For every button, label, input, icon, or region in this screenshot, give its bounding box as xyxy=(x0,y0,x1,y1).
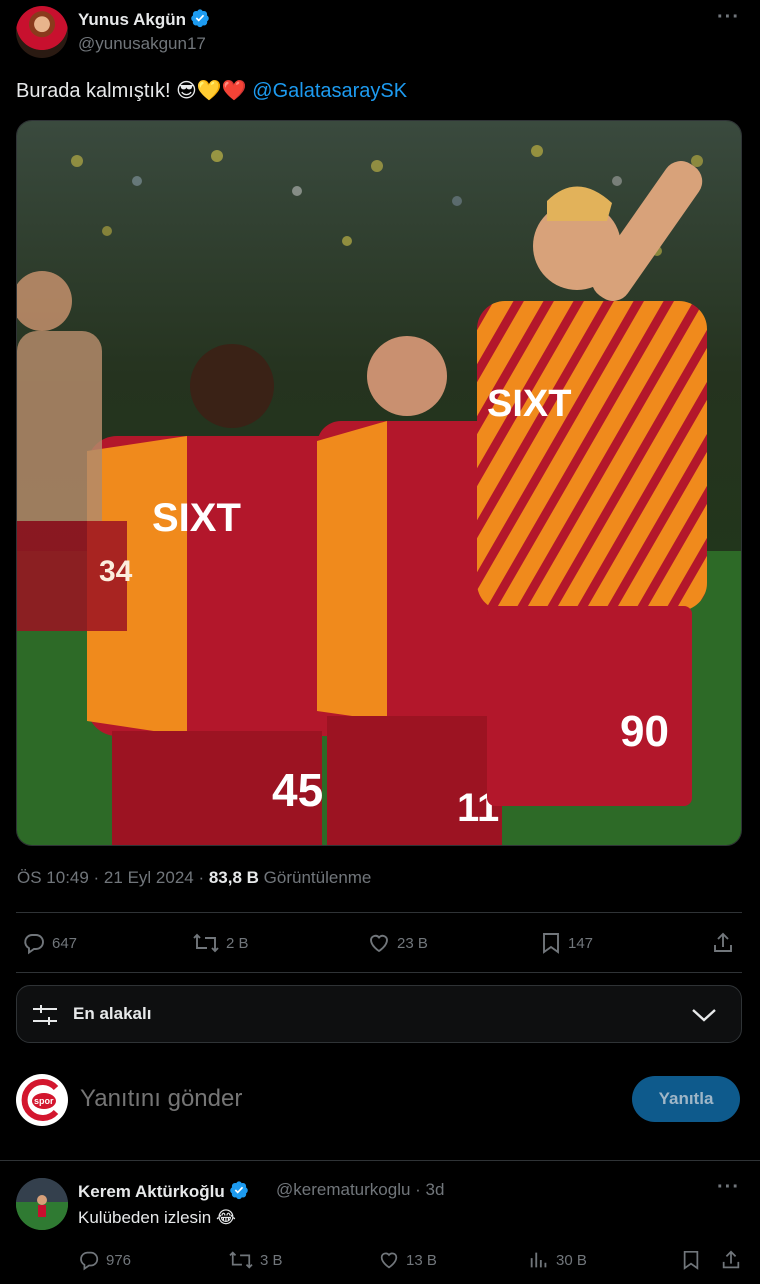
reply-button[interactable]: Yanıtla xyxy=(632,1076,740,1122)
reply-view-count: 30 B xyxy=(556,1251,587,1269)
verified-badge-icon xyxy=(191,9,209,28)
divider xyxy=(16,912,742,913)
retweet-action[interactable]: 2 B xyxy=(192,930,249,956)
views-chart-icon xyxy=(530,1252,547,1268)
stadium-avatar-icon xyxy=(16,1178,68,1230)
more-options-icon[interactable]: ··· xyxy=(717,6,740,29)
reply-like-action[interactable]: 13 B xyxy=(378,1248,437,1272)
retweet-icon xyxy=(193,933,219,953)
view-count: 83,8 B xyxy=(208,868,259,887)
tweet-timestamp[interactable]: ÖS 10:49 · 21 Eyl 2024 · xyxy=(17,868,209,887)
user-avatar[interactable]: spor xyxy=(16,1074,68,1126)
jersey-number-45: 45 xyxy=(272,764,323,816)
bookmark-count: 147 xyxy=(568,934,594,952)
reply-share-action[interactable] xyxy=(720,1248,748,1272)
like-count: 23 B xyxy=(397,934,428,952)
bookmark-icon xyxy=(683,1250,699,1270)
jersey-sponsor: SIXT xyxy=(152,496,241,540)
heart-icon xyxy=(380,1252,398,1269)
bookmark-icon xyxy=(543,933,559,954)
bookmark-action[interactable]: 147 xyxy=(540,930,593,956)
divider xyxy=(0,1160,760,1161)
sort-label: En alakalı xyxy=(73,1004,152,1023)
reply-reply-action[interactable]: 976 xyxy=(78,1248,131,1272)
sliders-icon xyxy=(33,1005,57,1025)
author-avatar[interactable] xyxy=(16,6,68,58)
retweet-count: 2 B xyxy=(226,934,249,952)
spor-logo-icon: spor xyxy=(18,1076,66,1124)
tweet-body: Burada kalmıştık! 😎💛❤️ xyxy=(16,80,247,102)
tweet-text: Burada kalmıştık! 😎💛❤️ @GalatasaraySK xyxy=(16,78,407,103)
share-icon xyxy=(714,932,732,952)
reply-count: 647 xyxy=(52,934,78,952)
reply-author-avatar[interactable] xyxy=(16,1178,68,1230)
like-action[interactable]: 23 B xyxy=(367,930,428,956)
reply-sort-dropdown[interactable]: En alakalı xyxy=(16,985,742,1043)
reply-retweet-action[interactable]: 3 B xyxy=(228,1248,283,1272)
reply-text: Kulübeden izlesin 😂 xyxy=(78,1208,236,1227)
author-name[interactable]: Yunus Akgün xyxy=(78,8,210,30)
reply-input[interactable] xyxy=(80,1085,600,1113)
mention-link[interactable]: @GalatasaraySK xyxy=(252,80,407,102)
heart-icon xyxy=(370,934,388,953)
reply-more-options-icon[interactable]: ··· xyxy=(717,1176,740,1199)
share-icon xyxy=(722,1250,740,1269)
avatar-text: spor xyxy=(34,1096,54,1106)
author-handle[interactable]: @yunusakgun17 xyxy=(78,34,206,54)
reply-like-count: 13 B xyxy=(406,1251,437,1269)
reply-icon xyxy=(24,934,44,955)
share-action[interactable] xyxy=(711,930,741,956)
photo-illustration: SIXT 45 11 SIXT 90 34 xyxy=(17,121,741,845)
reply-bookmark-action[interactable] xyxy=(681,1248,707,1272)
jersey-sponsor-2: SIXT xyxy=(487,383,571,425)
reply-author-handle[interactable]: @kerematurkoglu · 3d xyxy=(276,1180,444,1200)
retweet-icon xyxy=(229,1251,253,1269)
reply-author-name[interactable]: Kerem Aktürkoğlu xyxy=(78,1180,249,1202)
jersey-number-90: 90 xyxy=(620,707,669,756)
divider xyxy=(16,972,742,973)
reply-views-action[interactable]: 30 B xyxy=(528,1248,587,1272)
tweet-photo[interactable]: SIXT 45 11 SIXT 90 34 xyxy=(16,120,742,846)
reply-reply-count: 976 xyxy=(106,1251,132,1269)
jersey-number-34: 34 xyxy=(99,555,133,588)
reply-action[interactable]: 647 xyxy=(22,930,77,956)
chevron-down-icon xyxy=(692,1009,716,1022)
reply-retweet-count: 3 B xyxy=(260,1251,283,1269)
verified-badge-icon xyxy=(229,1181,248,1200)
reply-icon xyxy=(80,1251,99,1271)
view-label: Görüntülenme xyxy=(258,868,372,887)
tweet-meta: ÖS 10:49 · 21 Eyl 2024 · 83,8 B Görüntül… xyxy=(17,868,371,888)
